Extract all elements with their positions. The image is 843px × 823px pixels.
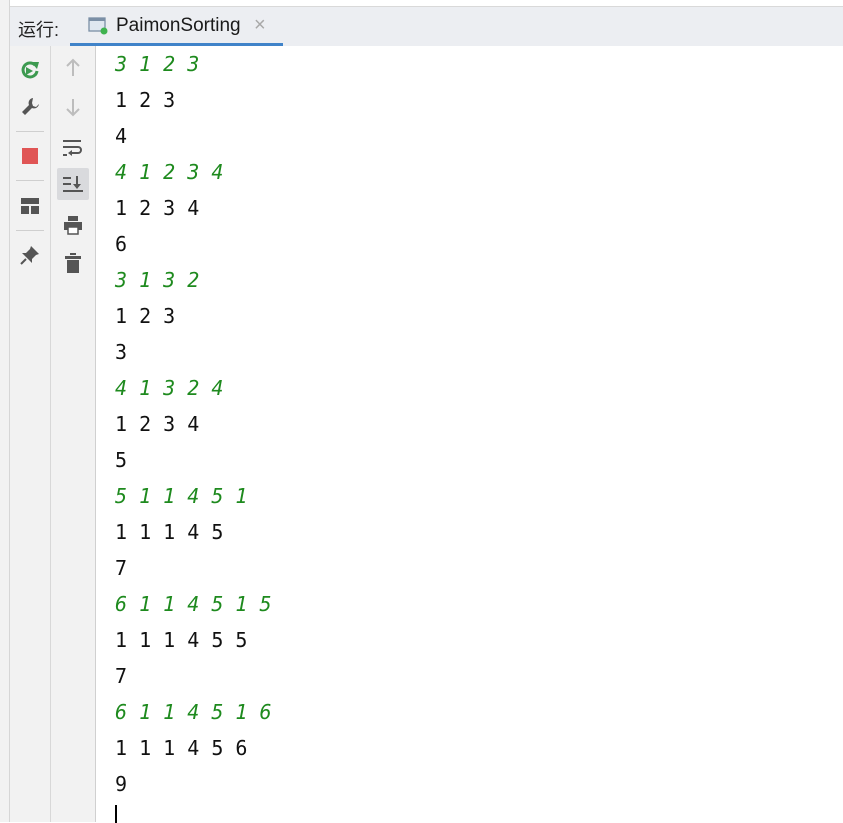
soft-wrap-icon [63, 140, 82, 156]
restore-layout-button[interactable] [14, 190, 46, 222]
toolbar-separator [16, 131, 44, 132]
rerun-button[interactable] [14, 54, 46, 86]
rerun-icon [21, 61, 39, 79]
stop-icon [22, 148, 38, 164]
console-input-line: 3 1 2 3 [115, 52, 200, 76]
previous-occurrence-button[interactable] [57, 52, 89, 84]
console-input-line: 5 1 1 4 5 1 [115, 484, 248, 508]
arrow-up-icon [66, 58, 80, 76]
text-cursor [115, 805, 117, 823]
console-output-line: 1 1 1 4 5 [115, 520, 224, 544]
tab-paimon-sorting[interactable]: PaimonSorting × [70, 7, 283, 46]
tab-title: PaimonSorting [116, 15, 241, 36]
clear-all-button[interactable] [57, 247, 89, 279]
run-tab-bar: 运行: PaimonSorting × [10, 6, 843, 46]
toolbar-separator [16, 230, 44, 231]
console-output-line: 1 2 3 [115, 304, 176, 328]
next-occurrence-button[interactable] [57, 91, 89, 123]
console-output-line: 9 [115, 772, 128, 796]
console-input-line: 4 1 2 3 4 [115, 160, 224, 184]
soft-wrap-button[interactable] [57, 132, 89, 164]
console-output[interactable]: 3 1 2 3 1 2 3 4 4 1 2 3 4 1 2 3 4 6 3 1 3 2 1 2… [96, 46, 843, 823]
console-output-line: 1 1 1 4 5 6 [115, 736, 248, 760]
arrow-down-icon [66, 99, 80, 117]
console-output-line: 7 [115, 556, 128, 580]
console-output-line: 4 [115, 124, 128, 148]
run-label: 运行: [18, 20, 60, 40]
console-input-line: 6 1 1 4 5 1 6 [115, 700, 272, 724]
left-edge-panel [0, 0, 10, 822]
close-icon[interactable]: × [254, 14, 266, 37]
console-input-line: 3 1 3 2 [115, 268, 200, 292]
console-output-line: 1 2 3 [115, 88, 176, 112]
console-output-line: 1 2 3 4 [115, 196, 200, 220]
run-toolbar-left [10, 46, 51, 822]
console-input-line: 4 1 3 2 4 [115, 376, 224, 400]
console-output-line: 7 [115, 664, 128, 688]
pin-tab-button[interactable] [14, 239, 46, 271]
wrench-icon [22, 98, 39, 115]
scroll-to-end-icon [63, 176, 83, 192]
trash-icon [65, 253, 81, 273]
toolbar-separator [16, 180, 44, 181]
layout-icon [21, 198, 39, 214]
console-output-line: 3 [115, 340, 128, 364]
console-input-line: 6 1 1 4 5 1 5 [115, 592, 272, 616]
scroll-to-end-button[interactable] [57, 168, 89, 200]
pin-icon [20, 246, 39, 265]
console-output-line: 1 2 3 4 [115, 412, 200, 436]
console-output-line: 5 [115, 448, 128, 472]
edit-configuration-button[interactable] [14, 91, 46, 123]
console-output-line: 6 [115, 232, 128, 256]
console-output-line: 1 1 1 4 5 5 [115, 628, 248, 652]
print-button[interactable] [57, 209, 89, 241]
run-toolbar-right [51, 46, 96, 822]
stop-button[interactable] [14, 140, 46, 172]
print-icon [64, 216, 82, 235]
run-config-icon [88, 17, 108, 35]
